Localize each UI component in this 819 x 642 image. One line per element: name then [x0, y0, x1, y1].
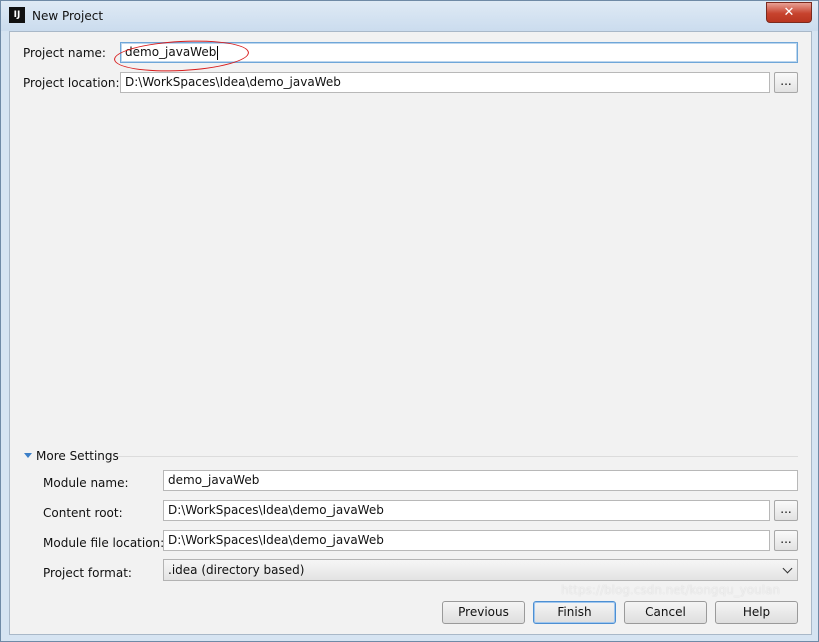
collapse-triangle-icon[interactable]: [24, 453, 32, 458]
module-file-location-browse-button[interactable]: ...: [774, 530, 798, 551]
content-root-input[interactable]: D:\WorkSpaces\Idea\demo_javaWeb: [163, 500, 770, 521]
project-name-value: demo_javaWeb: [125, 45, 217, 59]
content-root-label: Content root:: [43, 506, 123, 520]
module-name-label: Module name:: [43, 476, 129, 490]
previous-button[interactable]: Previous: [442, 601, 525, 624]
project-location-label: Project location:: [23, 76, 120, 90]
chevron-down-icon: [782, 563, 793, 574]
text-caret: [217, 45, 219, 60]
dialog-content: Project name: demo_javaWeb Project locat…: [9, 31, 812, 635]
finish-button[interactable]: Finish: [533, 601, 616, 624]
more-settings-toggle[interactable]: More Settings: [36, 449, 119, 463]
new-project-dialog: IJ New Project ✕ Project name: demo_java…: [0, 0, 819, 642]
title-bar[interactable]: IJ New Project ✕: [1, 1, 818, 31]
project-location-browse-button[interactable]: ...: [774, 72, 798, 93]
cancel-button[interactable]: Cancel: [624, 601, 707, 624]
project-format-value: .idea (directory based): [168, 563, 305, 577]
project-format-label: Project format:: [43, 566, 132, 580]
section-divider: [118, 456, 798, 457]
module-file-location-input[interactable]: D:\WorkSpaces\Idea\demo_javaWeb: [163, 530, 770, 551]
project-name-input[interactable]: demo_javaWeb: [120, 42, 798, 63]
help-button[interactable]: Help: [715, 601, 798, 624]
project-format-select[interactable]: .idea (directory based): [163, 559, 798, 581]
module-name-input[interactable]: demo_javaWeb: [163, 470, 798, 491]
window-title: New Project: [32, 9, 104, 23]
project-name-label: Project name:: [23, 46, 106, 60]
project-location-input[interactable]: D:\WorkSpaces\Idea\demo_javaWeb: [120, 72, 770, 93]
module-file-location-label: Module file location:: [43, 536, 165, 550]
close-button[interactable]: ✕: [766, 2, 812, 23]
intellij-app-icon: IJ: [9, 7, 25, 23]
content-root-browse-button[interactable]: ...: [774, 500, 798, 521]
